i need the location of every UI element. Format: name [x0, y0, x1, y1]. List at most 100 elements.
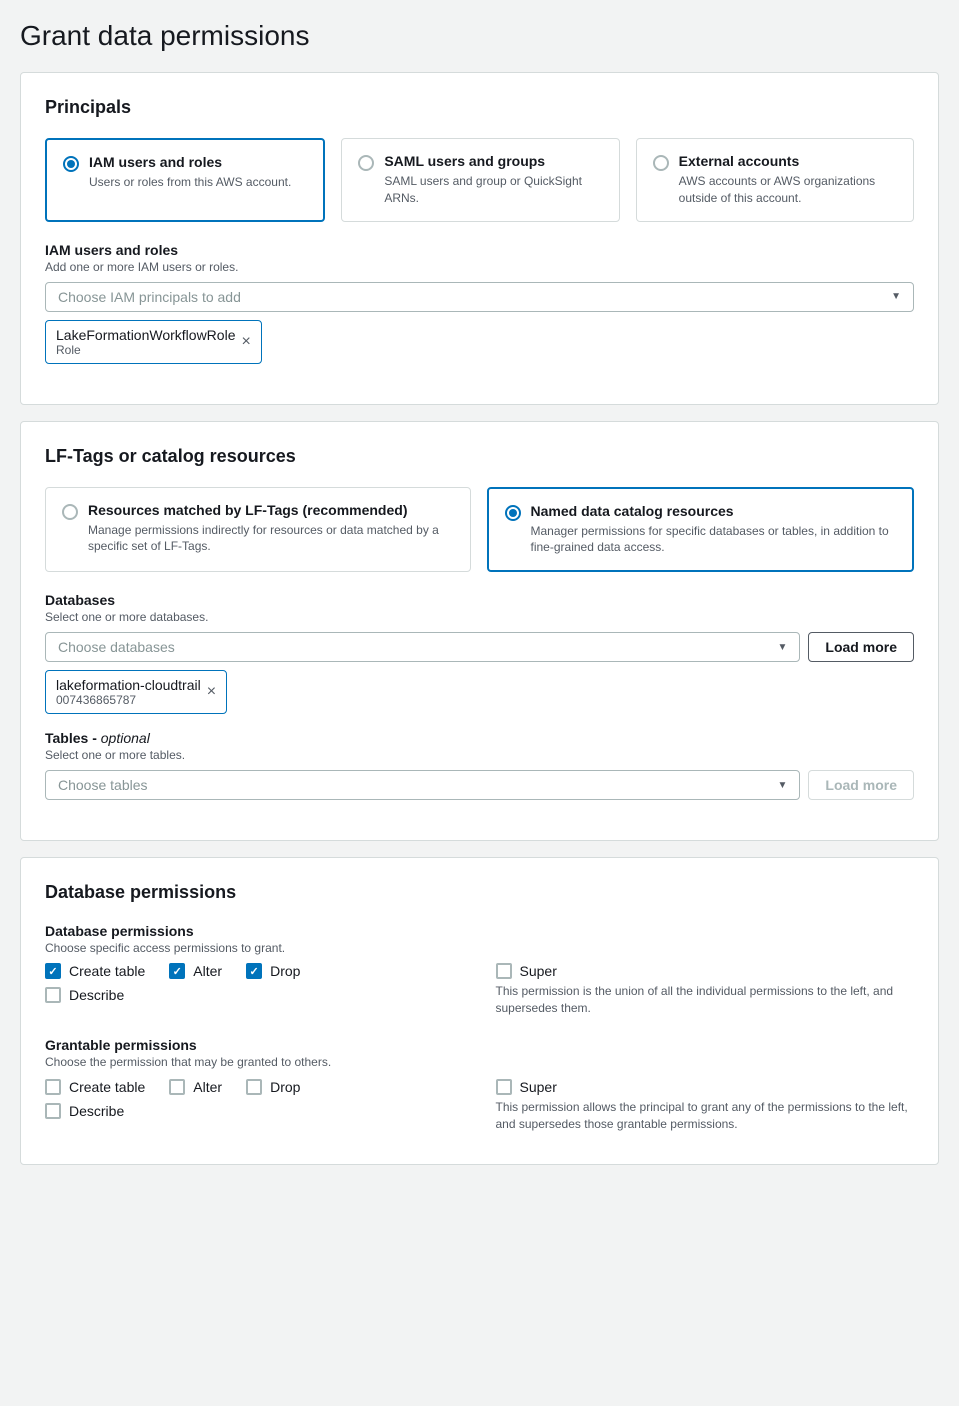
grantable-row1: Create table Alter Drop — [45, 1079, 464, 1095]
grantable-alter-label: Alter — [193, 1079, 222, 1095]
radio-iam — [63, 156, 79, 172]
db-perms-label: Database permissions — [45, 923, 914, 939]
iam-field-sublabel: Add one or more IAM users or roles. — [45, 260, 914, 274]
named-option-title: Named data catalog resources — [531, 503, 897, 519]
tables-select-row: Choose tables ▼ Load more — [45, 770, 914, 800]
db-perms-grid: Create table Alter Drop Describe — [45, 963, 914, 1017]
role-type: Role — [56, 343, 235, 357]
radio-named — [505, 505, 521, 521]
perm-super: Super — [496, 963, 915, 979]
grantable-row2: Describe — [45, 1103, 464, 1119]
grantable-section: Grantable permissions Choose the permiss… — [45, 1037, 914, 1133]
lf-tags-section: LF-Tags or catalog resources Resources m… — [20, 421, 939, 842]
lf-option-tags[interactable]: Resources matched by LF-Tags (recommende… — [45, 487, 471, 573]
perm-drop: Drop — [246, 963, 300, 979]
named-option-desc: Manager permissions for specific databas… — [531, 523, 897, 557]
iam-field-group: IAM users and roles Add one or more IAM … — [45, 242, 914, 364]
databases-placeholder: Choose databases — [58, 639, 778, 655]
grantable-super-label: Super — [520, 1079, 557, 1095]
grantable-sublabel: Choose the permission that may be grante… — [45, 1055, 914, 1069]
lf-tags-title: LF-Tags or catalog resources — [45, 446, 914, 467]
db-perms-row2: Describe — [45, 987, 464, 1003]
principal-option-iam[interactable]: IAM users and roles Users or roles from … — [45, 138, 325, 222]
db-perms-group: Database permissions Choose specific acc… — [45, 923, 914, 1017]
grantable-drop-label: Drop — [270, 1079, 300, 1095]
tables-field-group: Tables - optional Select one or more tab… — [45, 730, 914, 800]
grantable-super-desc: This permission allows the principal to … — [496, 1099, 915, 1133]
perm-alter-checkbox[interactable] — [169, 963, 185, 979]
tables-label: Tables - optional — [45, 730, 914, 746]
grantable-create-table-label: Create table — [69, 1079, 145, 1095]
db-permissions-title: Database permissions — [45, 882, 914, 903]
tables-placeholder: Choose tables — [58, 777, 778, 793]
databases-label: Databases — [45, 592, 914, 608]
lf-tags-option-title: Resources matched by LF-Tags (recommende… — [88, 502, 454, 518]
perm-create-table: Create table — [45, 963, 145, 979]
db-perms-sublabel: Choose specific access permissions to gr… — [45, 941, 914, 955]
principal-option-saml[interactable]: SAML users and groups SAML users and gro… — [341, 138, 619, 222]
databases-select-row: Choose databases ▼ Load more — [45, 632, 914, 662]
databases-load-more-button[interactable]: Load more — [808, 632, 914, 662]
lf-option-named[interactable]: Named data catalog resources Manager per… — [487, 487, 915, 573]
page-title: Grant data permissions — [20, 20, 939, 52]
grantable-alter-checkbox[interactable] — [169, 1079, 185, 1095]
remove-role-button[interactable]: × — [241, 334, 250, 350]
databases-arrow-icon: ▼ — [778, 642, 788, 653]
perm-super-checkbox[interactable] — [496, 963, 512, 979]
iam-placeholder: Choose IAM principals to add — [58, 289, 891, 305]
perm-create-table-checkbox[interactable] — [45, 963, 61, 979]
db-perms-row1: Create table Alter Drop — [45, 963, 464, 979]
grantable-describe: Describe — [45, 1103, 124, 1119]
tables-sublabel: Select one or more tables. — [45, 748, 914, 762]
perm-describe-checkbox[interactable] — [45, 987, 61, 1003]
principal-option-external[interactable]: External accounts AWS accounts or AWS or… — [636, 138, 914, 222]
databases-sublabel: Select one or more databases. — [45, 610, 914, 624]
perm-alter-label: Alter — [193, 963, 222, 979]
db-permissions-section: Database permissions Database permission… — [20, 857, 939, 1165]
perm-super-label: Super — [520, 963, 557, 979]
database-name: lakeformation-cloudtrail — [56, 677, 201, 693]
grantable-super-checkbox[interactable] — [496, 1079, 512, 1095]
principals-title: Principals — [45, 97, 914, 118]
principal-external-desc: AWS accounts or AWS organizations outsid… — [679, 173, 897, 207]
principal-iam-desc: Users or roles from this AWS account. — [89, 174, 291, 191]
perm-alter: Alter — [169, 963, 222, 979]
perm-super-desc: This permission is the union of all the … — [496, 983, 915, 1017]
selected-database-chip: lakeformation-cloudtrail 007436865787 × — [45, 670, 227, 714]
grantable-label: Grantable permissions — [45, 1037, 914, 1053]
principal-iam-title: IAM users and roles — [89, 154, 291, 170]
principal-external-title: External accounts — [679, 153, 897, 169]
iam-principals-select[interactable]: Choose IAM principals to add ▼ — [45, 282, 914, 312]
perm-create-table-label: Create table — [69, 963, 145, 979]
tables-arrow-icon: ▼ — [778, 780, 788, 791]
grantable-alter: Alter — [169, 1079, 222, 1095]
grantable-describe-label: Describe — [69, 1103, 124, 1119]
role-name: LakeFormationWorkflowRole — [56, 327, 235, 343]
iam-field-label: IAM users and roles — [45, 242, 914, 258]
principal-saml-desc: SAML users and group or QuickSight ARNs. — [384, 173, 602, 207]
lf-tags-option-desc: Manage permissions indirectly for resour… — [88, 522, 454, 556]
grantable-create-table-checkbox[interactable] — [45, 1079, 61, 1095]
principals-section: Principals IAM users and roles Users or … — [20, 72, 939, 405]
grantable-drop-checkbox[interactable] — [246, 1079, 262, 1095]
perm-drop-label: Drop — [270, 963, 300, 979]
lf-resource-options: Resources matched by LF-Tags (recommende… — [45, 487, 914, 573]
grantable-super: Super — [496, 1079, 915, 1095]
database-account: 007436865787 — [56, 693, 201, 707]
tables-load-more-button[interactable]: Load more — [808, 770, 914, 800]
principal-saml-title: SAML users and groups — [384, 153, 602, 169]
perm-describe: Describe — [45, 987, 124, 1003]
principal-type-options: IAM users and roles Users or roles from … — [45, 138, 914, 222]
iam-select-arrow-icon: ▼ — [891, 291, 901, 302]
tables-select[interactable]: Choose tables ▼ — [45, 770, 800, 800]
databases-select[interactable]: Choose databases ▼ — [45, 632, 800, 662]
selected-role-chip: LakeFormationWorkflowRole Role × — [45, 320, 262, 364]
perm-describe-label: Describe — [69, 987, 124, 1003]
grantable-create-table: Create table — [45, 1079, 145, 1095]
radio-saml — [358, 155, 374, 171]
remove-database-button[interactable]: × — [207, 684, 216, 700]
databases-field-group: Databases Select one or more databases. … — [45, 592, 914, 714]
grantable-perms-grid: Create table Alter Drop Describe — [45, 1079, 914, 1133]
grantable-describe-checkbox[interactable] — [45, 1103, 61, 1119]
perm-drop-checkbox[interactable] — [246, 963, 262, 979]
